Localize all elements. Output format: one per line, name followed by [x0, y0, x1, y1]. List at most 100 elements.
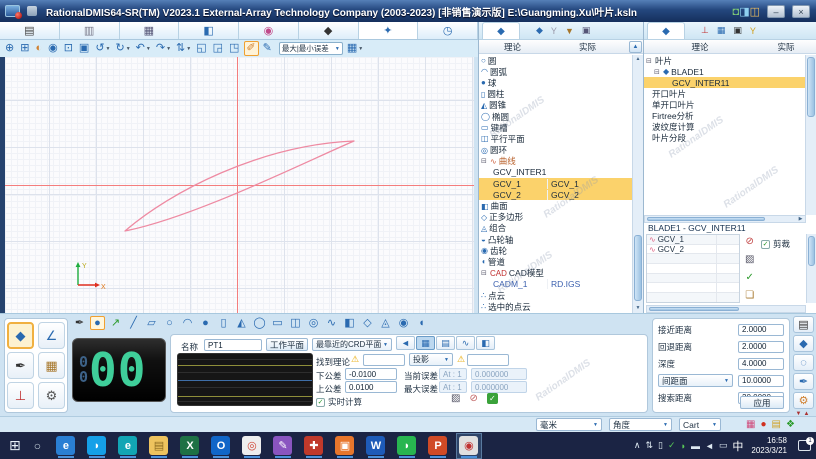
- geometry-tree-row[interactable]: GCV_1 GCV_1: [479, 178, 632, 190]
- view-tool-button[interactable]: ✎: [262, 41, 274, 56]
- taskbar-search-icon[interactable]: ○: [34, 439, 41, 453]
- mode-button[interactable]: ⊥: [7, 382, 34, 409]
- clock[interactable]: 16:58 2023/3/21: [751, 436, 787, 455]
- expand-toggle[interactable]: ⊟: [654, 68, 663, 76]
- tray-icon[interactable]: ▭: [719, 440, 728, 451]
- segment-row[interactable]: ∿ GCV_2: [647, 245, 739, 255]
- tray-icon[interactable]: ✓: [668, 440, 676, 451]
- taskbar-app[interactable]: P: [426, 434, 450, 458]
- projection-input[interactable]: [467, 354, 509, 366]
- taskbar-app[interactable]: O: [209, 434, 233, 458]
- geometry-tree-row[interactable]: ◫ 平行平面: [479, 133, 632, 144]
- collapse-button[interactable]: ▲: [629, 40, 642, 53]
- feature-icon[interactable]: ○: [162, 317, 177, 329]
- feature-icon[interactable]: ▭: [270, 316, 285, 329]
- feature-icon[interactable]: ●: [198, 317, 213, 329]
- feature-icon[interactable]: ↗: [108, 316, 123, 329]
- accept-icon[interactable]: ✓: [486, 393, 498, 404]
- segment-tool-icon[interactable]: ▨: [745, 254, 754, 265]
- grid-mode-icon[interactable]: ▦ ▼: [346, 41, 364, 56]
- segment-hscrollbar[interactable]: [646, 305, 806, 313]
- panel-filter-icon[interactable]: Y: [551, 26, 557, 36]
- segment-scrollbar[interactable]: [806, 234, 816, 303]
- blade-tree-row[interactable]: Firtree分析: [644, 110, 806, 121]
- mode-button[interactable]: ⚙: [38, 382, 65, 409]
- error-mode-select[interactable]: 最大|最小误差 ▼: [278, 42, 343, 55]
- feature-icon[interactable]: ◯: [252, 316, 267, 329]
- mode-button[interactable]: ✒: [7, 352, 34, 379]
- scrollbar-thumb[interactable]: [808, 236, 815, 266]
- geometry-tree-row[interactable]: ∴ 点云: [479, 290, 632, 301]
- scrollbar-thumb[interactable]: [634, 235, 642, 301]
- blade-tree-row[interactable]: 叶片分段: [644, 132, 806, 143]
- panel-tool-icon[interactable]: ▣: [733, 25, 742, 36]
- units-select[interactable]: 毫米 ▼: [536, 418, 602, 431]
- scroll-down-icon[interactable]: ▼: [633, 304, 643, 313]
- status-icon[interactable]: ▦: [746, 419, 755, 430]
- segment-row[interactable]: ∿ GCV_1: [647, 235, 739, 245]
- tray-icon[interactable]: ◗: [681, 441, 686, 451]
- start-button[interactable]: ⊞: [9, 437, 21, 454]
- tray-icon[interactable]: ▯: [658, 440, 663, 451]
- geometry-tree-row[interactable]: ◠ 圆弧: [479, 66, 632, 77]
- geometry-tree-row[interactable]: ● 球: [479, 77, 632, 88]
- tray-icon[interactable]: ◄: [705, 441, 714, 451]
- geometry-panel-tab[interactable]: ◆: [482, 22, 520, 39]
- view-tool-button[interactable]: ⊞: [19, 41, 31, 56]
- feature-icon[interactable]: ◬: [378, 316, 393, 329]
- geometry-tree-row[interactable]: GCV_2 GCV_2: [479, 189, 632, 201]
- minimize-button[interactable]: –: [767, 4, 785, 18]
- close-button[interactable]: ×: [792, 4, 810, 18]
- angle-select[interactable]: 角度 ▼: [609, 418, 672, 431]
- view-tool-button[interactable]: ↺ ▼: [94, 41, 111, 56]
- feature-icon[interactable]: ◭: [234, 316, 249, 329]
- ribbon-tab[interactable]: ◉: [239, 22, 299, 39]
- geometry-tree-row[interactable]: ◧ 曲面: [479, 200, 632, 211]
- ribbon-tab[interactable]: ◆: [298, 22, 359, 39]
- segment-tool-icon[interactable]: ⊘: [746, 236, 754, 247]
- ribbon-tab[interactable]: ▤: [0, 22, 60, 39]
- taskbar-app[interactable]: W: [364, 434, 388, 458]
- status-icon[interactable]: ●: [760, 419, 766, 430]
- blade-tree-scrollbar[interactable]: [805, 55, 816, 215]
- coord-select[interactable]: Cart ▼: [679, 418, 721, 431]
- geometry-tree-row[interactable]: ◇ 正多边形: [479, 212, 632, 223]
- lower-tol-input[interactable]: -0.0100: [345, 368, 397, 380]
- geometry-tree-row[interactable]: ◎ 圆环: [479, 145, 632, 156]
- ribbon-tab[interactable]: ▦: [119, 22, 180, 39]
- expand-toggle[interactable]: ⊟: [481, 157, 490, 165]
- segment-row[interactable]: [647, 254, 739, 265]
- geometry-tree-row[interactable]: CADM_1 RD.IGS: [479, 279, 632, 290]
- scroll-up-icon[interactable]: ▲: [633, 55, 643, 64]
- trim-checkbox[interactable]: ✓: [761, 239, 770, 249]
- segment-row[interactable]: [647, 264, 739, 274]
- segment-row[interactable]: [647, 283, 739, 294]
- geometry-tree-row[interactable]: ⊟ ∿ 曲线: [479, 156, 632, 167]
- feature-icon[interactable]: ◇: [360, 316, 375, 329]
- panel-tool-icon[interactable]: Y: [750, 26, 756, 36]
- result-action-icon[interactable]: ⊘: [469, 393, 477, 404]
- param-input[interactable]: 4.0000: [738, 357, 784, 370]
- feature-icon[interactable]: ▯: [216, 316, 231, 329]
- feature-icon[interactable]: ◧: [342, 316, 357, 329]
- taskbar-app[interactable]: ◉: [455, 432, 482, 459]
- notification-icon[interactable]: 1: [798, 437, 814, 451]
- param-input[interactable]: 10.0000: [738, 374, 784, 387]
- feature-icon[interactable]: ◠: [180, 316, 195, 329]
- find-theory-input[interactable]: [363, 354, 405, 366]
- result-view-tab[interactable]: ◧: [476, 336, 495, 350]
- mode-button[interactable]: ▦: [38, 352, 65, 379]
- tray-icon[interactable]: ∧: [634, 440, 641, 451]
- status-icon[interactable]: ▤: [772, 419, 781, 430]
- taskbar-app[interactable]: ▣: [333, 434, 357, 458]
- expand-toggle[interactable]: ⊟: [481, 269, 490, 277]
- geometry-tree-row[interactable]: ⊟ CAD CAD模型: [479, 268, 632, 279]
- result-view-tab[interactable]: ∿: [456, 336, 475, 350]
- ribbon-tab[interactable]: ◧: [179, 22, 239, 39]
- tray-icon[interactable]: ▬: [691, 441, 700, 451]
- graphics-viewport[interactable]: Y X: [0, 57, 474, 313]
- geometry-tree-row[interactable]: ◖ 管道: [479, 256, 632, 267]
- geometry-tree-row[interactable]: ◬ 组合: [479, 223, 632, 234]
- side-tool-button[interactable]: ◌: [793, 354, 814, 371]
- blade-panel-tab[interactable]: ◆: [647, 22, 685, 39]
